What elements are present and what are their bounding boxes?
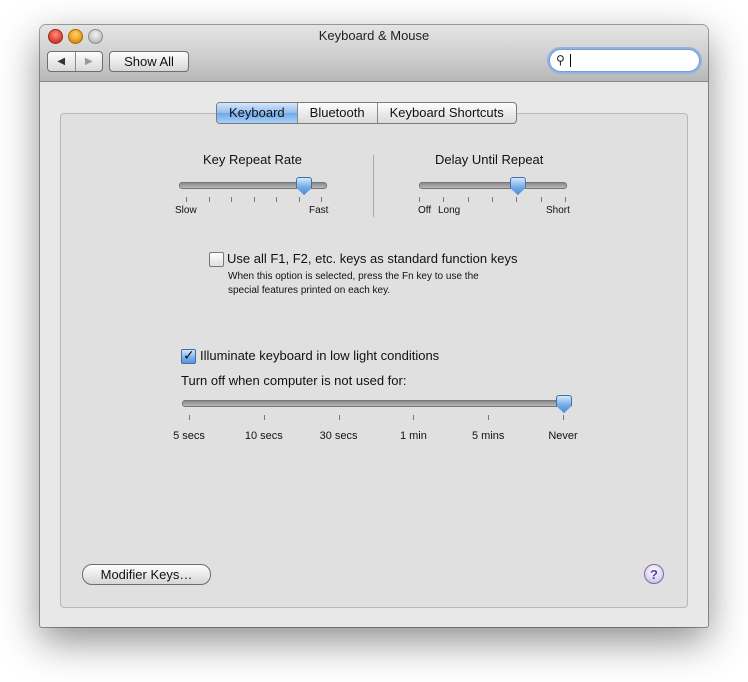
search-field[interactable]: ⚲	[549, 49, 700, 72]
function-keys-description-line1: When this option is selected, press the …	[228, 271, 479, 282]
back-arrow-icon[interactable]: ◀	[48, 52, 75, 71]
illumination-tick	[263, 415, 265, 420]
illuminate-label[interactable]: Illuminate keyboard in low light conditi…	[200, 348, 439, 363]
slider-tick	[540, 197, 542, 202]
function-keys-checkbox[interactable]	[209, 252, 224, 267]
slider-tick	[321, 197, 322, 202]
delay-short-label: Short	[546, 205, 570, 216]
forward-arrow-icon[interactable]: ▶	[74, 52, 103, 71]
titlebar: Keyboard & Mouse ◀ ▶ Show All ⚲	[40, 25, 708, 82]
tab-bluetooth[interactable]: Bluetooth	[296, 103, 377, 123]
slider-tick	[298, 197, 300, 202]
text-cursor	[570, 54, 571, 67]
slider-tick	[443, 197, 445, 202]
back-forward-control: ◀ ▶	[47, 51, 103, 72]
help-button[interactable]: ?	[644, 564, 664, 584]
window-title: Keyboard & Mouse	[318, 28, 430, 43]
show-all-button[interactable]: Show All	[109, 51, 189, 72]
modifier-keys-button[interactable]: Modifier Keys…	[82, 564, 211, 585]
slider-tick	[231, 197, 232, 202]
turn-off-label: Turn off when computer is not used for:	[181, 373, 407, 388]
illumination-option-label: Never	[548, 430, 578, 442]
tab-keyboard-shortcuts[interactable]: Keyboard Shortcuts	[376, 103, 516, 123]
slider-tick	[276, 197, 277, 202]
key-repeat-fast-label: Fast	[309, 205, 329, 216]
illumination-tick	[413, 415, 415, 420]
function-keys-description-line2: special features printed on each key.	[228, 285, 391, 296]
function-keys-label[interactable]: Use all F1, F2, etc. keys as standard fu…	[227, 251, 517, 266]
key-repeat-rate-title: Key Repeat Rate	[203, 152, 303, 167]
illumination-option-label: 30 secs	[319, 430, 358, 442]
illumination-timeout-track[interactable]	[182, 400, 567, 407]
illumination-option-label: 1 min	[399, 430, 427, 442]
slider-tick	[492, 197, 493, 202]
slider-tick	[419, 197, 420, 202]
tab-keyboard[interactable]: Keyboard	[217, 103, 297, 123]
delay-long-label: Long	[438, 205, 461, 216]
slider-divider	[373, 155, 374, 217]
delay-until-repeat-track[interactable]	[419, 182, 567, 189]
illumination-option-label: 10 secs	[244, 430, 283, 442]
slider-tick	[516, 197, 518, 202]
search-icon: ⚲	[556, 53, 565, 67]
illumination-option-label: 5 mins	[471, 430, 505, 442]
key-repeat-slow-label: Slow	[175, 205, 197, 216]
illuminate-checkbox[interactable]: ✓	[181, 347, 196, 364]
illumination-tick	[338, 415, 340, 420]
preferences-window: Keyboard & Mouse ◀ ▶ Show All ⚲ Keyboard…	[40, 25, 708, 627]
illumination-tick	[488, 415, 490, 420]
delay-until-repeat-title: Delay Until Repeat	[435, 152, 544, 167]
slider-tick	[253, 197, 255, 202]
tab-bar: Keyboard Bluetooth Keyboard Shortcuts	[216, 102, 517, 124]
slider-tick	[467, 197, 469, 202]
illumination-tick	[189, 415, 190, 420]
checkmark-icon: ✓	[183, 347, 195, 363]
slider-tick	[565, 197, 566, 202]
slider-tick	[208, 197, 210, 202]
illumination-tick	[563, 415, 564, 420]
delay-off-label: Off	[418, 205, 432, 216]
slider-tick	[186, 197, 187, 202]
illumination-option-label: 5 secs	[173, 430, 205, 442]
